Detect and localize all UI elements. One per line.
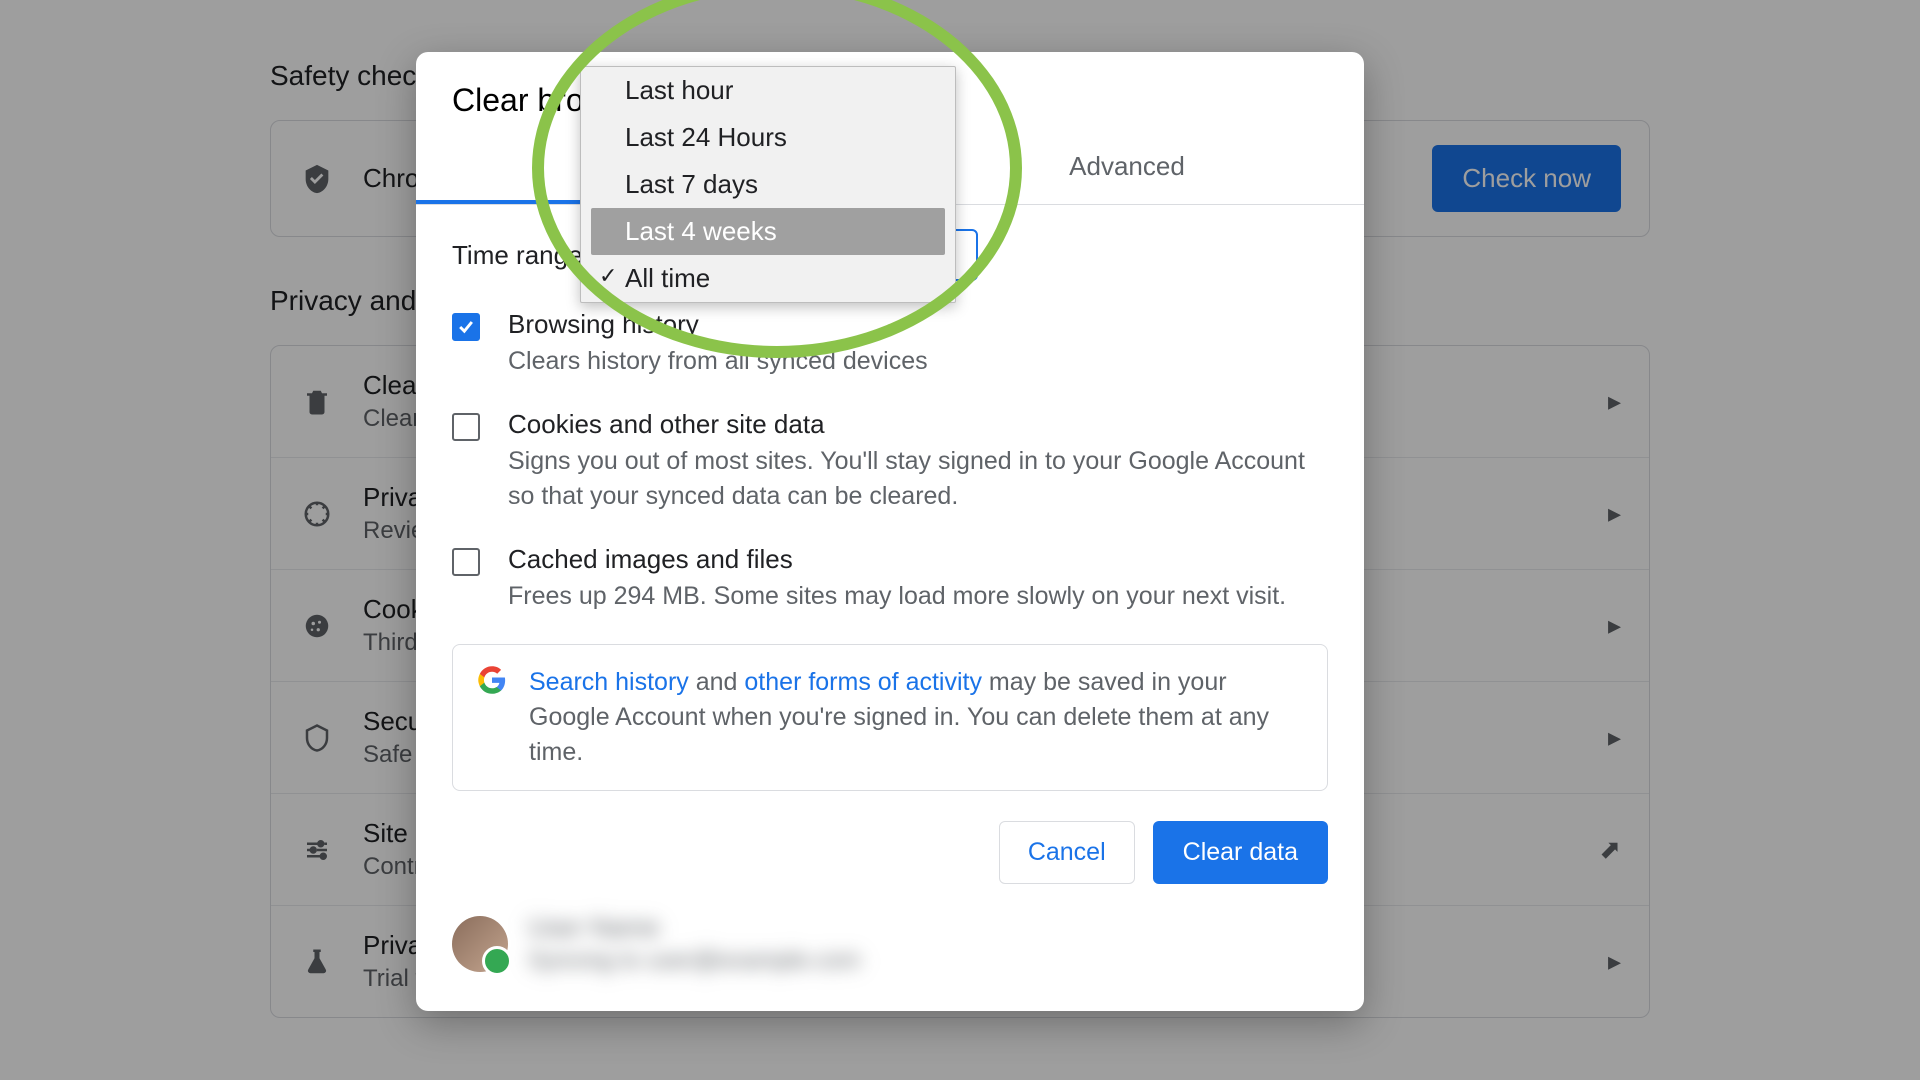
check-desc: Signs you out of most sites. You'll stay… [508, 444, 1328, 514]
checkbox-browsing-history[interactable] [452, 313, 480, 341]
google-account-info: Search history and other forms of activi… [452, 644, 1328, 791]
option-browsing-history[interactable]: Browsing history Clears history from all… [452, 309, 1328, 379]
sync-name: User Name [528, 912, 861, 943]
google-g-icon [477, 665, 507, 700]
dropdown-option-last-hour[interactable]: Last hour [581, 67, 955, 114]
dropdown-option-last-24-hours[interactable]: Last 24 Hours [581, 114, 955, 161]
option-cookies[interactable]: Cookies and other site data Signs you ou… [452, 409, 1328, 514]
check-desc: Clears history from all synced devices [508, 344, 928, 379]
checkbox-cached[interactable] [452, 548, 480, 576]
checkbox-cookies[interactable] [452, 413, 480, 441]
cancel-button[interactable]: Cancel [999, 821, 1135, 884]
tab-advanced[interactable]: Advanced [890, 133, 1364, 204]
avatar [452, 916, 508, 972]
dropdown-option-all-time[interactable]: All time [581, 255, 955, 302]
option-cached[interactable]: Cached images and files Frees up 294 MB.… [452, 544, 1328, 614]
sync-line: Syncing to user@example.com [528, 947, 861, 975]
check-title: Cached images and files [508, 544, 1286, 575]
sync-account-row: User Name Syncing to user@example.com [416, 884, 1364, 975]
time-range-label: Time range [452, 240, 588, 271]
check-desc: Frees up 294 MB. Some sites may load mor… [508, 579, 1286, 614]
check-title: Browsing history [508, 309, 928, 340]
time-range-dropdown[interactable]: Last hour Last 24 Hours Last 7 days Last… [580, 66, 956, 303]
clear-data-button[interactable]: Clear data [1153, 821, 1328, 884]
check-title: Cookies and other site data [508, 409, 1328, 440]
search-history-link[interactable]: Search history [529, 668, 689, 696]
info-text: Search history and other forms of activi… [529, 665, 1303, 770]
dropdown-option-last-4-weeks[interactable]: Last 4 weeks [591, 208, 945, 255]
other-activity-link[interactable]: other forms of activity [744, 668, 982, 696]
dropdown-option-last-7-days[interactable]: Last 7 days [581, 161, 955, 208]
